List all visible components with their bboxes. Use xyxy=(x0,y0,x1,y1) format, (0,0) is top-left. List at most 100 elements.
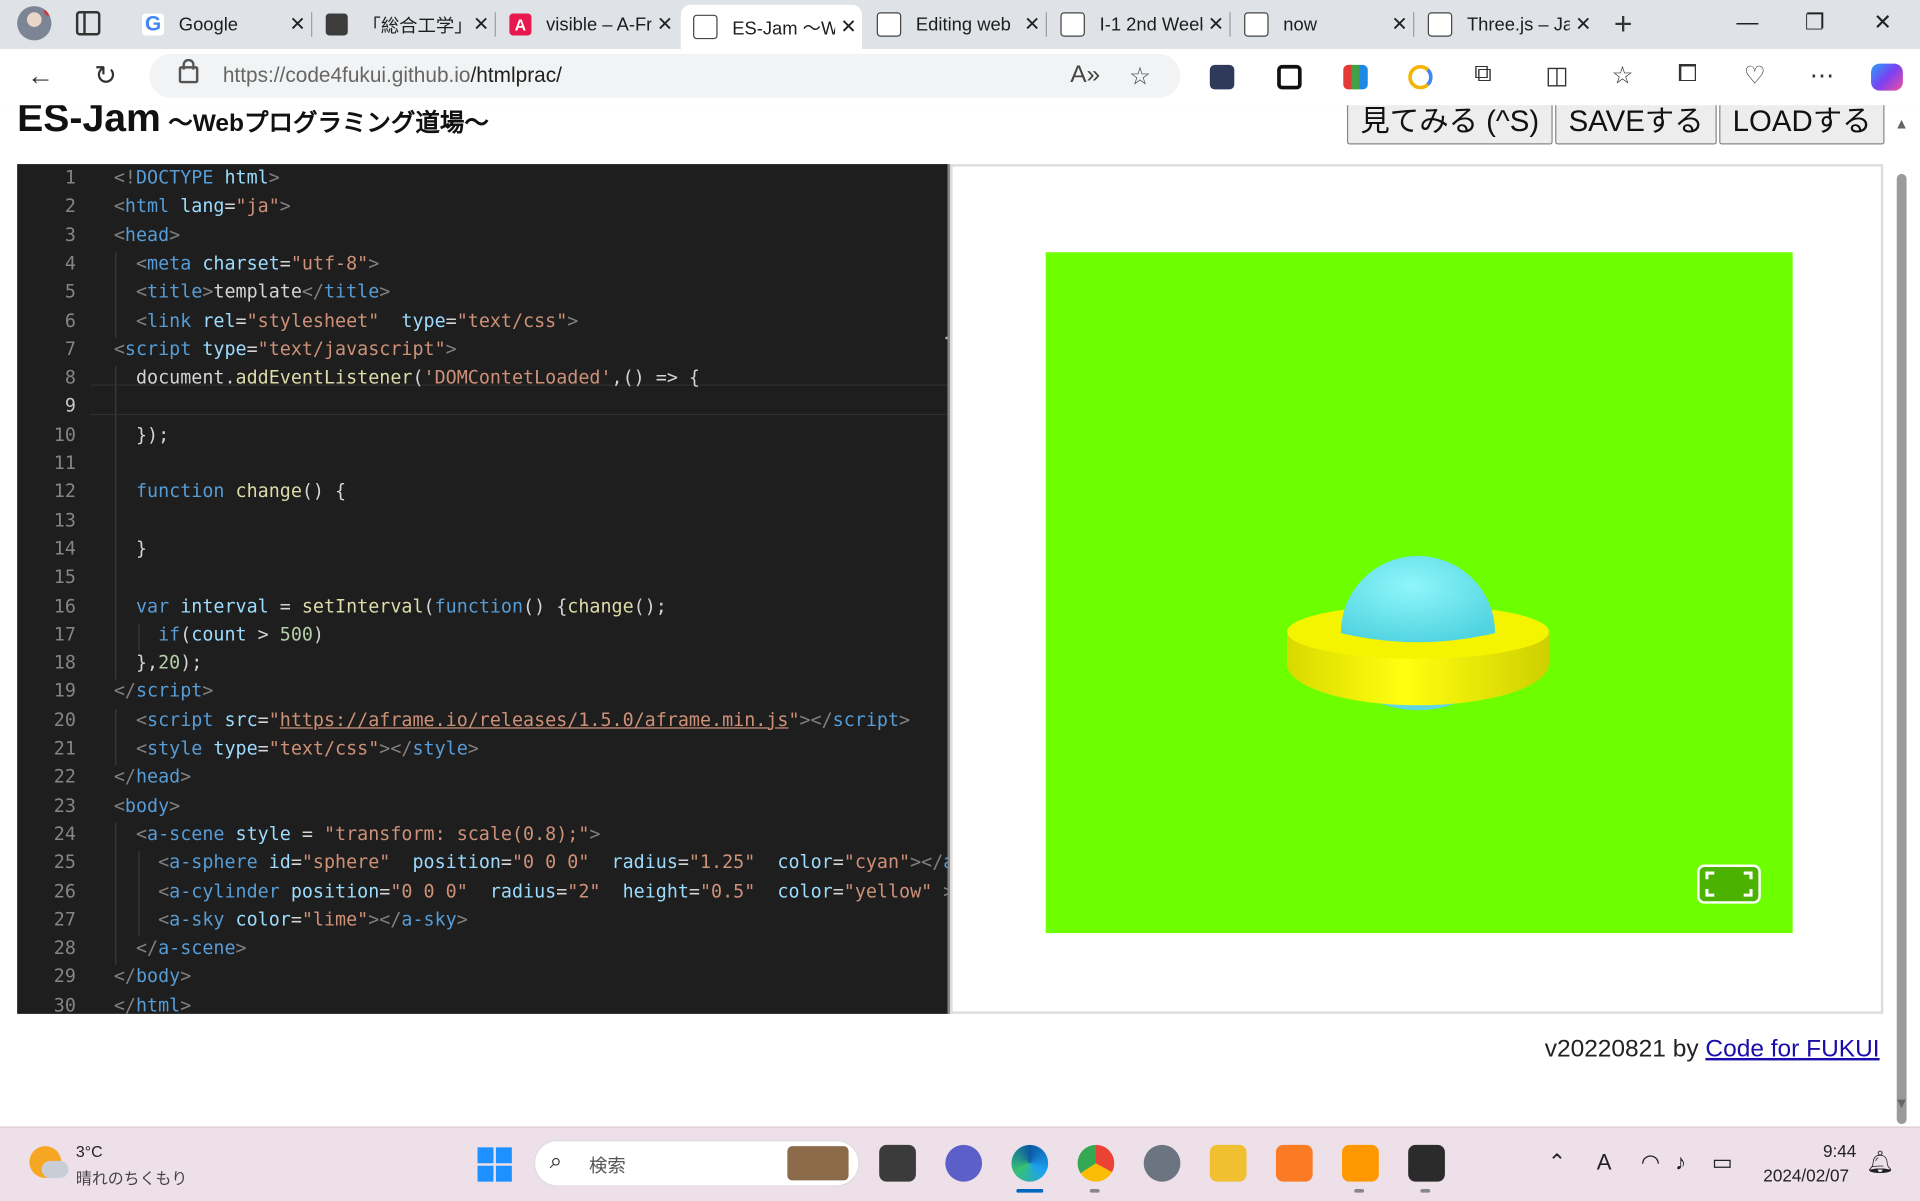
code-line[interactable]: </html> xyxy=(114,994,191,1014)
tab-close-icon[interactable]: ✕ xyxy=(1019,12,1046,36)
browser-tab[interactable]: Editing web ✕ xyxy=(864,5,1045,44)
profile-avatar[interactable] xyxy=(17,6,52,41)
code-line[interactable]: </head> xyxy=(114,766,191,788)
tab-close-icon[interactable]: ✕ xyxy=(1386,12,1413,36)
sublime-text-icon[interactable] xyxy=(1342,1144,1379,1182)
extensions-puzzle-icon[interactable]: ⧉ xyxy=(1474,60,1491,88)
scroll-up-icon[interactable]: ▲ xyxy=(1894,115,1909,132)
code-line[interactable]: <style type="text/css"></style> xyxy=(114,737,479,759)
browser-tab[interactable]: now ✕ xyxy=(1232,5,1413,44)
browser-tab[interactable]: G Google ✕ xyxy=(130,5,311,44)
volume-icon[interactable]: ♪ xyxy=(1675,1150,1686,1176)
browser-tab[interactable]: 「総合工学」 ✕ xyxy=(313,5,494,44)
tab-close-icon[interactable]: ✕ xyxy=(468,12,495,36)
url-text[interactable]: https://code4fukui.github.io/htmlprac/ xyxy=(223,64,562,88)
minimize-button[interactable]: — xyxy=(1736,10,1758,36)
favorite-star-icon[interactable]: ☆ xyxy=(1129,61,1151,92)
code-line[interactable]: <meta charset="utf-8"> xyxy=(114,252,379,274)
browser-tab[interactable]: ES-Jam 〜Web✕ xyxy=(680,4,863,49)
code-line[interactable]: } xyxy=(114,537,147,559)
code-line[interactable]: <script src="https://aframe.io/releases/… xyxy=(114,709,910,731)
clock-date[interactable]: 2024/02/07 xyxy=(1763,1166,1849,1186)
refresh-icon[interactable]: ↻ xyxy=(94,60,117,92)
xampp-icon[interactable] xyxy=(1275,1144,1313,1182)
code-for-fukui-link[interactable]: Code for FUKUI xyxy=(1705,1036,1879,1063)
code-line[interactable]: <title>template</title> xyxy=(114,281,390,303)
more-menu-icon[interactable]: ⋯ xyxy=(1810,60,1834,91)
code-line[interactable]: document.addEventListener('DOMContetLoad… xyxy=(114,366,700,388)
code-line[interactable]: }); xyxy=(114,423,169,445)
code-line[interactable]: <head> xyxy=(114,224,180,246)
code-line[interactable]: <a-cylinder position="0 0 0" radius="2" … xyxy=(114,880,948,902)
code-line[interactable]: <a-sphere id="sphere" position="0 0 0" r… xyxy=(114,851,948,873)
code-line[interactable]: },20); xyxy=(114,652,202,674)
extension-color-icon[interactable] xyxy=(1343,64,1368,90)
browser-tab[interactable]: I-1 2nd Week ✕ xyxy=(1048,5,1229,44)
browser-tab[interactable]: Avisible – A-Frame✕ xyxy=(497,5,678,44)
split-screen-icon[interactable]: ◫ xyxy=(1545,60,1568,91)
code-editor[interactable]: 1 <!DOCTYPE html> 2 <html lang="ja"> 3 <head>… xyxy=(17,164,948,1014)
collections-icon[interactable]: ⧠ xyxy=(1678,60,1698,88)
close-window-button[interactable]: ✕ xyxy=(1873,10,1891,36)
tab-close-icon[interactable]: ✕ xyxy=(835,15,862,39)
teams-chat-icon[interactable] xyxy=(945,1144,983,1182)
back-icon[interactable]: ← xyxy=(27,60,54,92)
taskbar-search[interactable]: ⌕ 検索 xyxy=(533,1140,860,1187)
code-line[interactable]: <html lang="ja"> xyxy=(114,195,291,217)
code-line[interactable]: if(count > 500) xyxy=(114,623,324,645)
start-button[interactable] xyxy=(477,1147,512,1182)
code-line[interactable]: <body> xyxy=(114,794,180,816)
wifi-icon[interactable]: ◠ xyxy=(1641,1150,1660,1176)
aframe-scene[interactable] xyxy=(1045,252,1793,934)
favorites-icon[interactable]: ☆ xyxy=(1611,60,1633,91)
edge-browser-icon[interactable] xyxy=(1011,1144,1049,1182)
scrollbar-thumb[interactable] xyxy=(1896,173,1907,1125)
file-explorer-icon[interactable] xyxy=(1209,1144,1247,1182)
extension-shield-icon[interactable] xyxy=(1209,64,1235,90)
code-line[interactable]: function change() { xyxy=(114,480,346,502)
chrome-icon[interactable] xyxy=(1077,1144,1115,1182)
weather-temperature[interactable]: 3°C xyxy=(76,1142,103,1160)
code-token: </ xyxy=(113,965,136,988)
weather-icon[interactable] xyxy=(29,1146,69,1178)
tray-overflow-icon[interactable]: ⌃ xyxy=(1548,1150,1566,1176)
code-line[interactable]: <a-scene style = "transform: scale(0.8);… xyxy=(114,823,601,845)
tab-close-icon[interactable]: ✕ xyxy=(651,12,678,36)
copilot-icon[interactable] xyxy=(1871,63,1903,91)
weather-condition[interactable]: 晴れのちくもり xyxy=(76,1166,187,1189)
code-line[interactable]: </body> xyxy=(114,965,191,987)
load-button[interactable]: LOADする xyxy=(1719,105,1885,145)
extension-c-icon[interactable] xyxy=(1408,64,1433,90)
battery-icon[interactable]: ▭ xyxy=(1712,1150,1733,1176)
lock-icon[interactable] xyxy=(178,58,199,84)
task-view-icon[interactable] xyxy=(879,1144,916,1182)
code-line[interactable]: </script> xyxy=(114,680,214,702)
tab-close-icon[interactable]: ✕ xyxy=(1570,12,1597,36)
scroll-down-icon[interactable]: ▼ xyxy=(1894,1095,1909,1112)
fullscreen-button[interactable] xyxy=(1697,864,1761,904)
browser-tab[interactable]: Three.js – JavaScript✕ xyxy=(1416,5,1597,44)
read-aloud-icon[interactable]: A» xyxy=(1070,61,1100,89)
tab-close-icon[interactable]: ✕ xyxy=(284,12,311,36)
settings-gear-icon[interactable] xyxy=(1143,1144,1181,1182)
page-scrollbar[interactable]: ▲ ▼ xyxy=(1891,105,1920,1127)
code-line[interactable]: </a-scene> xyxy=(114,937,247,959)
clock-time[interactable]: 9:44 xyxy=(1766,1141,1856,1161)
new-tab-button[interactable]: + xyxy=(1614,7,1633,39)
ime-icon[interactable]: A xyxy=(1597,1150,1612,1176)
notification-bell-icon[interactable]: 🔔︎ xyxy=(1866,1150,1894,1176)
code-line[interactable]: <a-sky color="lime"></a-sky> xyxy=(114,908,468,930)
tab-close-icon[interactable]: ✕ xyxy=(1202,12,1229,36)
run-button[interactable]: 見てみる (^S) xyxy=(1346,105,1553,145)
code-line[interactable]: <link rel="stylesheet" type="text/css"> xyxy=(114,309,578,331)
terminal-icon[interactable] xyxy=(1408,1144,1445,1182)
extension-frame-icon[interactable] xyxy=(1277,64,1302,90)
code-line[interactable]: <!DOCTYPE html> xyxy=(114,167,280,189)
save-button[interactable]: SAVEする xyxy=(1555,105,1718,145)
code-line[interactable]: <script type="text/javascript"> xyxy=(114,338,457,360)
performance-heart-icon[interactable]: ♡ xyxy=(1744,60,1766,91)
code-line[interactable]: var interval = setInterval(function() {c… xyxy=(114,594,667,616)
restore-button[interactable]: ❐ xyxy=(1805,10,1825,36)
address-bar[interactable]: https://code4fukui.github.io/htmlprac/ A… xyxy=(149,53,1181,98)
tab-actions-icon[interactable] xyxy=(75,11,101,36)
